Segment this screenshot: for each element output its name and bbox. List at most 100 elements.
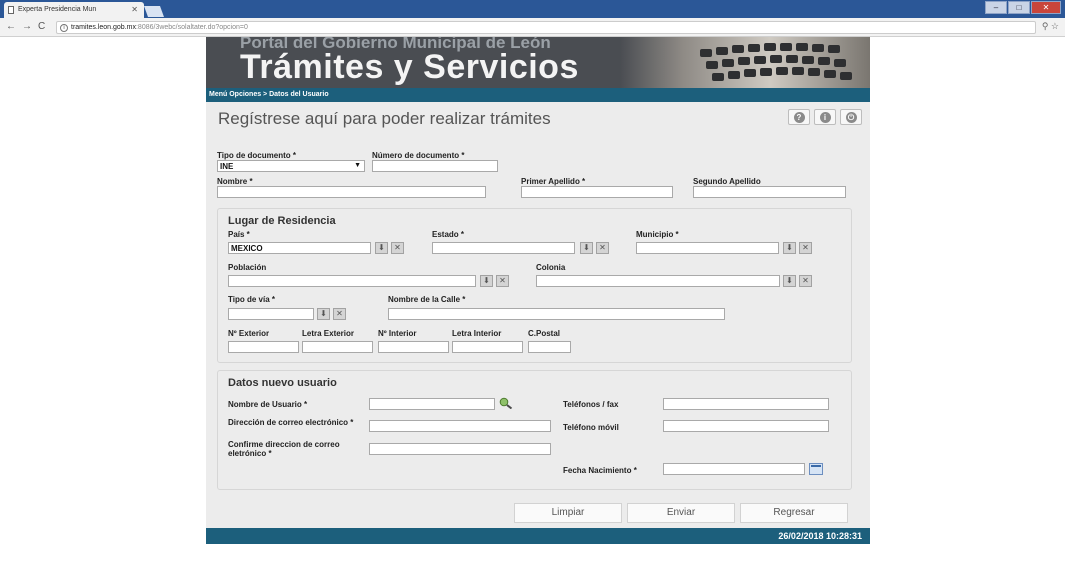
telefonos-label: Teléfonos / fax <box>563 400 619 409</box>
regresar-button[interactable]: Regresar <box>740 503 848 523</box>
confirme-correo-input[interactable] <box>369 443 551 455</box>
primer-apellido-input[interactable] <box>521 186 673 198</box>
browser-tab-bar: Experta Presidencia Mun ✕ – □ ✕ <box>0 0 1065 18</box>
letra-exterior-label: Letra Exterior <box>302 329 355 338</box>
poblacion-clear-button[interactable]: ✕ <box>496 275 509 287</box>
top-icon-group: ? i ⏻ <box>784 109 862 125</box>
municipio-input[interactable] <box>636 242 779 254</box>
enviar-button[interactable]: Enviar <box>627 503 735 523</box>
pais-select-button[interactable]: ⬇ <box>375 242 388 254</box>
limpiar-button[interactable]: Limpiar <box>514 503 622 523</box>
back-arrow-icon[interactable]: ← <box>6 21 16 32</box>
pais-input[interactable]: MEXICO <box>228 242 371 254</box>
pais-value: MEXICO <box>231 244 263 253</box>
telefono-movil-input[interactable] <box>663 420 829 432</box>
minimize-icon[interactable]: – <box>985 1 1007 14</box>
nombre-calle-input[interactable] <box>388 308 725 320</box>
n-interior-label: Nº Interior <box>378 329 417 338</box>
pais-clear-button[interactable]: ✕ <box>391 242 404 254</box>
tipo-documento-label: Tipo de documento * <box>217 151 296 160</box>
estado-clear-button[interactable]: ✕ <box>596 242 609 254</box>
cpostal-input[interactable] <box>528 341 571 353</box>
poblacion-input[interactable] <box>228 275 476 287</box>
new-tab-button[interactable] <box>143 6 165 17</box>
nombre-calle-label: Nombre de la Calle * <box>388 295 466 304</box>
calendar-icon[interactable] <box>809 463 823 475</box>
n-exterior-input[interactable] <box>228 341 299 353</box>
letra-interior-input[interactable] <box>452 341 523 353</box>
segundo-apellido-label: Segundo Apellido <box>693 177 761 186</box>
letra-interior-label: Letra Interior <box>452 329 502 338</box>
browser-tab[interactable]: Experta Presidencia Mun ✕ <box>4 2 144 18</box>
estado-input[interactable] <box>432 242 575 254</box>
help-icon: ? <box>793 111 805 123</box>
tipo-via-input[interactable] <box>228 308 314 320</box>
estado-label: Estado * <box>432 230 465 239</box>
fecha-nacimiento-label: Fecha Nacimiento * <box>563 466 637 475</box>
url-host: tramites.leon.gob.mx <box>71 24 136 31</box>
letra-exterior-input[interactable] <box>302 341 373 353</box>
segundo-apellido-input[interactable] <box>693 186 846 198</box>
header-banner: Portal del Gobierno Municipal de León Tr… <box>206 37 870 88</box>
residencia-title: Lugar de Residencia <box>228 215 336 227</box>
n-interior-input[interactable] <box>378 341 449 353</box>
pais-label: País * <box>228 230 250 239</box>
colonia-clear-button[interactable]: ✕ <box>799 275 812 287</box>
fecha-nacimiento-input[interactable] <box>663 463 805 475</box>
info-icon[interactable]: i <box>60 24 68 32</box>
info-button[interactable]: i <box>814 109 836 125</box>
telefono-movil-label: Teléfono móvil <box>563 423 619 432</box>
usuario-title: Datos nuevo usuario <box>228 377 337 389</box>
numero-documento-input[interactable] <box>372 160 498 172</box>
help-button[interactable]: ? <box>788 109 810 125</box>
url-path: :8086/3webc/solaltater.do?opcion=0 <box>135 24 248 31</box>
municipio-label: Municipio * <box>636 230 679 239</box>
maximize-icon[interactable]: □ <box>1008 1 1030 14</box>
window-close-icon[interactable]: ✕ <box>1031 1 1061 14</box>
tipo-via-select-button[interactable]: ⬇ <box>317 308 330 320</box>
n-exterior-label: Nº Exterior <box>228 329 270 338</box>
correo-input[interactable] <box>369 420 551 432</box>
numero-documento-label: Número de documento * <box>372 151 465 160</box>
confirme-correo-label: Confirme direccion de correo eletrónico … <box>228 440 340 458</box>
tab-title: Experta Presidencia Mun <box>18 6 97 13</box>
colonia-input[interactable] <box>536 275 780 287</box>
zoom-and-star-icons[interactable]: ⚲ ☆ <box>1042 21 1059 32</box>
correo-label: Dirección de correo electrónico * <box>228 418 354 427</box>
page-title: Regístrese aquí para poder realizar trám… <box>218 109 551 128</box>
estado-select-button[interactable]: ⬇ <box>580 242 593 254</box>
forward-arrow-icon[interactable]: → <box>22 21 32 32</box>
poblacion-label: Población <box>228 263 267 272</box>
colonia-label: Colonia <box>536 263 566 272</box>
telefonos-input[interactable] <box>663 398 829 410</box>
tipo-via-label: Tipo de vía * <box>228 295 275 304</box>
nombre-input[interactable] <box>217 186 486 198</box>
nombre-label: Nombre * <box>217 177 253 186</box>
dropdown-arrow-icon: ▼ <box>354 162 361 169</box>
colonia-select-button[interactable]: ⬇ <box>783 275 796 287</box>
nombre-usuario-input[interactable] <box>369 398 495 410</box>
footer-datetime: 26/02/2018 10:28:31 <box>206 528 870 544</box>
power-icon: ⏻ <box>845 111 857 123</box>
keyboard-image <box>620 37 870 88</box>
primer-apellido-label: Primer Apellido * <box>521 177 586 186</box>
poblacion-select-button[interactable]: ⬇ <box>480 275 493 287</box>
window-controls: – □ ✕ <box>984 1 1061 15</box>
breadcrumb[interactable]: Menú Opciones > Datos del Usuario <box>206 88 870 102</box>
document-icon <box>8 6 14 14</box>
power-button[interactable]: ⏻ <box>840 109 862 125</box>
search-user-icon[interactable] <box>499 397 513 409</box>
municipio-clear-button[interactable]: ✕ <box>799 242 812 254</box>
banner-title: Trámites y Servicios <box>240 48 579 86</box>
page-container: Portal del Gobierno Municipal de León Tr… <box>206 37 870 544</box>
tipo-documento-value: INE <box>220 162 234 171</box>
tipo-documento-select[interactable]: INE ▼ <box>217 160 365 172</box>
tipo-via-clear-button[interactable]: ✕ <box>333 308 346 320</box>
address-bar: ← → C i tramites.leon.gob.mx:8086/3webc/… <box>0 18 1065 37</box>
nombre-usuario-label: Nombre de Usuario * <box>228 400 308 409</box>
cpostal-label: C.Postal <box>528 329 561 338</box>
municipio-select-button[interactable]: ⬇ <box>783 242 796 254</box>
close-tab-icon[interactable]: ✕ <box>131 5 138 14</box>
reload-icon[interactable]: C <box>38 21 45 32</box>
url-field[interactable]: i tramites.leon.gob.mx:8086/3webc/solalt… <box>56 21 1036 34</box>
